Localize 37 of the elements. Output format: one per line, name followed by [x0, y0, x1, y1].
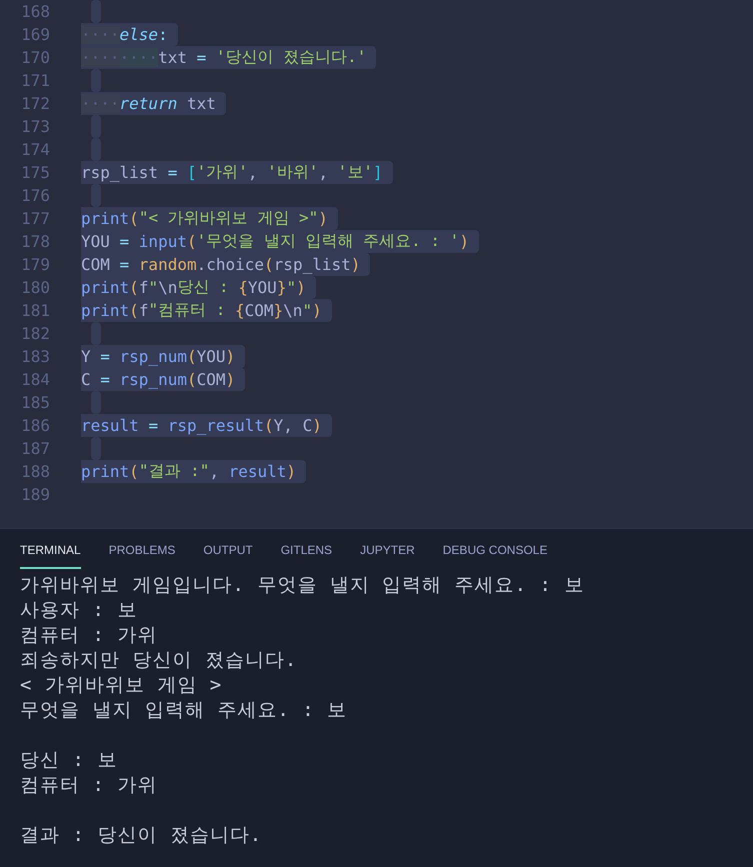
line-number: 172 — [20, 94, 50, 113]
terminal-output-line: < 가위바위보 게임 > — [20, 673, 224, 698]
terminal-output-line: 결과 : 당신이 졌습니다. — [20, 823, 264, 848]
panel-tab[interactable]: DEBUG CONSOLE — [442, 529, 548, 569]
panel-tab[interactable]: TERMINAL — [20, 529, 81, 569]
terminal-output-line: 컴퓨터 : 가위 — [20, 623, 158, 648]
line-number: 178 — [20, 232, 50, 251]
panel-tab[interactable]: GITLENS — [280, 529, 332, 569]
line-number: 180 — [20, 278, 50, 297]
line-number: 186 — [20, 416, 50, 435]
line-number: 181 — [20, 301, 50, 320]
panel-tab[interactable]: OUTPUT — [203, 529, 253, 569]
terminal-output-line: 사용자 : 보 — [20, 598, 138, 623]
line-number: 169 — [20, 25, 50, 44]
line-number: 182 — [20, 324, 50, 343]
terminal-output-line: 무엇을 낼지 입력해 주세요. : 보 — [20, 698, 348, 723]
terminal-output-line: 컴퓨터 : 가위 — [20, 773, 158, 798]
line-number: 185 — [20, 393, 50, 412]
line-number: 183 — [20, 347, 50, 366]
terminal-output-line: 당신 : 보 — [20, 748, 118, 773]
line-number: 188 — [20, 462, 50, 481]
line-number: 184 — [20, 370, 50, 389]
line-number: 168 — [20, 2, 50, 21]
line-number: 189 — [20, 485, 50, 504]
line-number: 187 — [20, 439, 50, 458]
terminal-output-line: 죄송하지만 당신이 졌습니다. — [20, 648, 298, 673]
line-number: 173 — [20, 117, 50, 136]
panel-tab[interactable]: PROBLEMS — [108, 529, 176, 569]
line-number: 171 — [20, 71, 50, 90]
line-number: 176 — [20, 186, 50, 205]
line-number: 175 — [20, 163, 50, 182]
terminal-output-line: 가위바위보 게임입니다. 무엇을 낼지 입력해 주세요. : 보 — [20, 573, 586, 598]
line-number: 170 — [20, 48, 50, 67]
line-number: 174 — [20, 140, 50, 159]
line-number: 177 — [20, 209, 50, 228]
line-number: 179 — [20, 255, 50, 274]
panel-tab[interactable]: JUPYTER — [360, 529, 415, 569]
